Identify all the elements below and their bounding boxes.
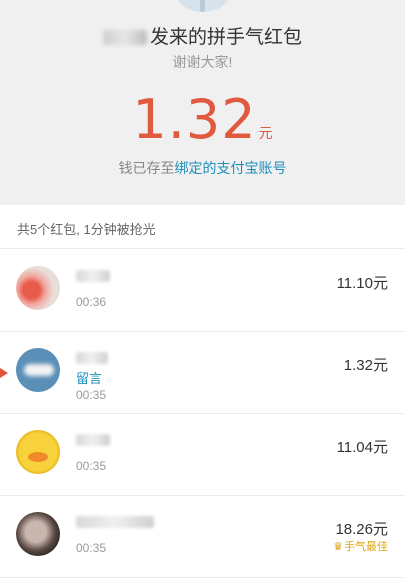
sender-name-redacted: [102, 30, 147, 46]
self-marker-icon: [0, 368, 8, 378]
grab-time: 00:35: [76, 541, 107, 555]
list-item[interactable]: 00:35 18.26元 ♛手气最佳: [0, 496, 405, 578]
sender-avatar-icon: [175, 0, 231, 12]
best-luck-label: 手气最佳: [344, 541, 388, 553]
grab-time: 00:35: [76, 388, 107, 402]
user-avatar-icon[interactable]: [16, 348, 60, 392]
received-amount: 1.32 元: [0, 88, 405, 151]
grab-time: 00:36: [76, 295, 107, 309]
grab-amount: 11.04元: [336, 439, 388, 456]
greeting-message: 谢谢大家!: [172, 54, 233, 70]
alipay-account-link[interactable]: 绑定的支付宝账号: [175, 160, 287, 176]
user-avatar-icon[interactable]: [16, 512, 60, 556]
recipient-list: 00:36 11.10元 留言 00:35 1.32元 00:35 11.04元…: [0, 250, 405, 578]
summary-text: 共5个红包, 1分钟被抢光: [17, 222, 156, 237]
leave-message-link[interactable]: 留言: [76, 368, 102, 387]
recipient-name-redacted: [76, 270, 110, 282]
recipient-name-redacted: [76, 516, 154, 528]
grab-amount: 1.32元: [343, 357, 388, 374]
saved-prefix: 钱已存至: [118, 160, 175, 176]
saved-to-notice: 钱已存至绑定的支付宝账号: [0, 158, 405, 178]
grab-amount: 18.26元: [335, 521, 388, 538]
list-item[interactable]: 00:35 11.04元: [0, 414, 405, 496]
recipient-name-redacted: [76, 352, 108, 364]
list-item[interactable]: 00:36 11.10元: [0, 250, 405, 332]
list-item[interactable]: 留言 00:35 1.32元: [0, 332, 405, 414]
grab-time: 00:35: [76, 459, 107, 473]
red-packet-header: 发来的拼手气红包 谢谢大家! 1.32 元 钱已存至绑定的支付宝账号: [0, 0, 405, 205]
packet-summary: 共5个红包, 1分钟被抢光: [0, 205, 405, 249]
grab-amount: 11.10元: [336, 275, 388, 292]
amount-value: 1.32: [132, 88, 257, 151]
user-avatar-icon[interactable]: [16, 266, 60, 310]
sender-title: 发来的拼手气红包: [0, 22, 405, 49]
best-luck-badge: ♛手气最佳: [332, 538, 388, 554]
sender-title-text: 发来的拼手气红包: [149, 27, 302, 48]
amount-unit: 元: [258, 125, 273, 141]
crown-icon: ♛: [333, 541, 343, 553]
duck-avatar-icon[interactable]: [16, 430, 60, 474]
recipient-name-redacted: [76, 434, 110, 446]
